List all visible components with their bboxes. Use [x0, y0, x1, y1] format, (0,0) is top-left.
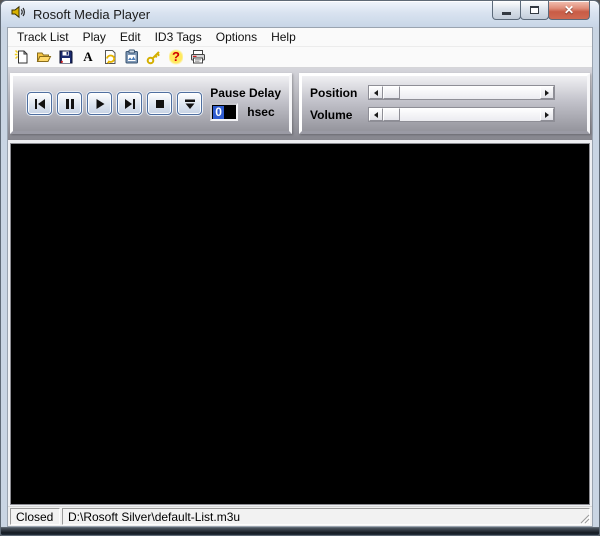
stop-button[interactable]: [147, 92, 172, 115]
menu-edit[interactable]: Edit: [113, 28, 148, 47]
menu-help[interactable]: Help: [264, 28, 303, 47]
play-button[interactable]: [87, 92, 112, 115]
maximize-icon: [530, 6, 539, 14]
previous-icon: [34, 98, 45, 109]
position-left-arrow-button[interactable]: [369, 86, 383, 99]
window-title: Rosoft Media Player: [33, 6, 151, 22]
client-area: Track List Play Edit ID3 Tags Options He…: [7, 27, 593, 527]
pause-delay-value: 0: [213, 104, 224, 119]
volume-label: Volume: [310, 107, 353, 122]
font-icon[interactable]: A: [79, 48, 97, 66]
sliders-panel: Position Volume: [299, 73, 590, 134]
pause-delay-unit: hsec: [247, 105, 275, 119]
pause-delay-group: Pause Delay 0 hsec: [210, 86, 283, 121]
eject-button[interactable]: [177, 92, 202, 115]
print-icon[interactable]: [189, 48, 207, 66]
help-icon[interactable]: ?: [167, 48, 185, 66]
save-playlist-icon[interactable]: [57, 48, 75, 66]
key-icon[interactable]: [145, 48, 163, 66]
play-icon: [96, 98, 104, 109]
app-window: Rosoft Media Player ✕ Track List Play Ed…: [0, 0, 600, 536]
volume-slider-thumb[interactable]: [383, 108, 400, 121]
maximize-button[interactable]: [520, 1, 549, 20]
toolbar: A ?: [8, 47, 592, 68]
video-display-area: [10, 143, 590, 505]
window-bottom-frame: [1, 527, 599, 535]
eject-icon: [184, 99, 195, 109]
status-state-text: Closed: [16, 509, 54, 524]
next-track-button[interactable]: [117, 92, 142, 115]
playlist-path-text: D:\Rosoft Silver\default-List.m3u: [68, 509, 241, 524]
status-state-cell: Closed: [10, 508, 60, 525]
menu-options[interactable]: Options: [209, 28, 264, 47]
resize-grip[interactable]: [577, 511, 591, 525]
menu-track-list[interactable]: Track List: [10, 28, 76, 47]
stop-icon: [155, 99, 164, 108]
minimize-button[interactable]: [492, 1, 521, 20]
volume-right-arrow-button[interactable]: [540, 108, 554, 121]
menu-play[interactable]: Play: [76, 28, 113, 47]
pause-delay-label: Pause Delay: [210, 86, 281, 100]
control-band: Pause Delay 0 hsec Position Volume: [8, 68, 592, 142]
menu-bar: Track List Play Edit ID3 Tags Options He…: [8, 28, 592, 47]
open-playlist-icon[interactable]: [35, 48, 53, 66]
status-bar: Closed D:\Rosoft Silver\default-List.m3u: [8, 506, 592, 526]
volume-slider[interactable]: [368, 107, 555, 122]
right-arrow-icon: [545, 111, 549, 118]
transport-panel: Pause Delay 0 hsec: [10, 73, 292, 134]
window-controls: ✕: [492, 1, 590, 20]
speaker-icon: [10, 4, 26, 25]
next-icon: [124, 98, 135, 109]
font-icon-glyph: A: [83, 49, 93, 64]
new-playlist-icon[interactable]: [13, 48, 31, 66]
close-icon: ✕: [563, 3, 575, 17]
position-label: Position: [310, 85, 358, 100]
position-slider-track[interactable]: [400, 86, 540, 99]
volume-slider-track[interactable]: [400, 108, 540, 121]
paste-icon[interactable]: [123, 48, 141, 66]
position-right-arrow-button[interactable]: [540, 86, 554, 99]
refresh-page-icon[interactable]: [101, 48, 119, 66]
close-button[interactable]: ✕: [548, 1, 590, 20]
position-row: Position: [310, 85, 555, 100]
volume-left-arrow-button[interactable]: [369, 108, 383, 121]
position-slider-thumb[interactable]: [383, 86, 400, 99]
minimize-icon: [502, 12, 511, 15]
volume-row: Volume: [310, 107, 555, 122]
pause-delay-input[interactable]: 0: [210, 103, 239, 121]
status-playlist-path-cell: D:\Rosoft Silver\default-List.m3u: [62, 508, 590, 525]
left-arrow-icon: [374, 89, 378, 96]
pause-button[interactable]: [57, 92, 82, 115]
position-slider[interactable]: [368, 85, 555, 100]
pause-icon: [65, 98, 74, 109]
left-arrow-icon: [374, 111, 378, 118]
right-arrow-icon: [545, 89, 549, 96]
previous-track-button[interactable]: [27, 92, 52, 115]
menu-id3-tags[interactable]: ID3 Tags: [148, 28, 209, 47]
help-icon-glyph: ?: [169, 49, 183, 65]
